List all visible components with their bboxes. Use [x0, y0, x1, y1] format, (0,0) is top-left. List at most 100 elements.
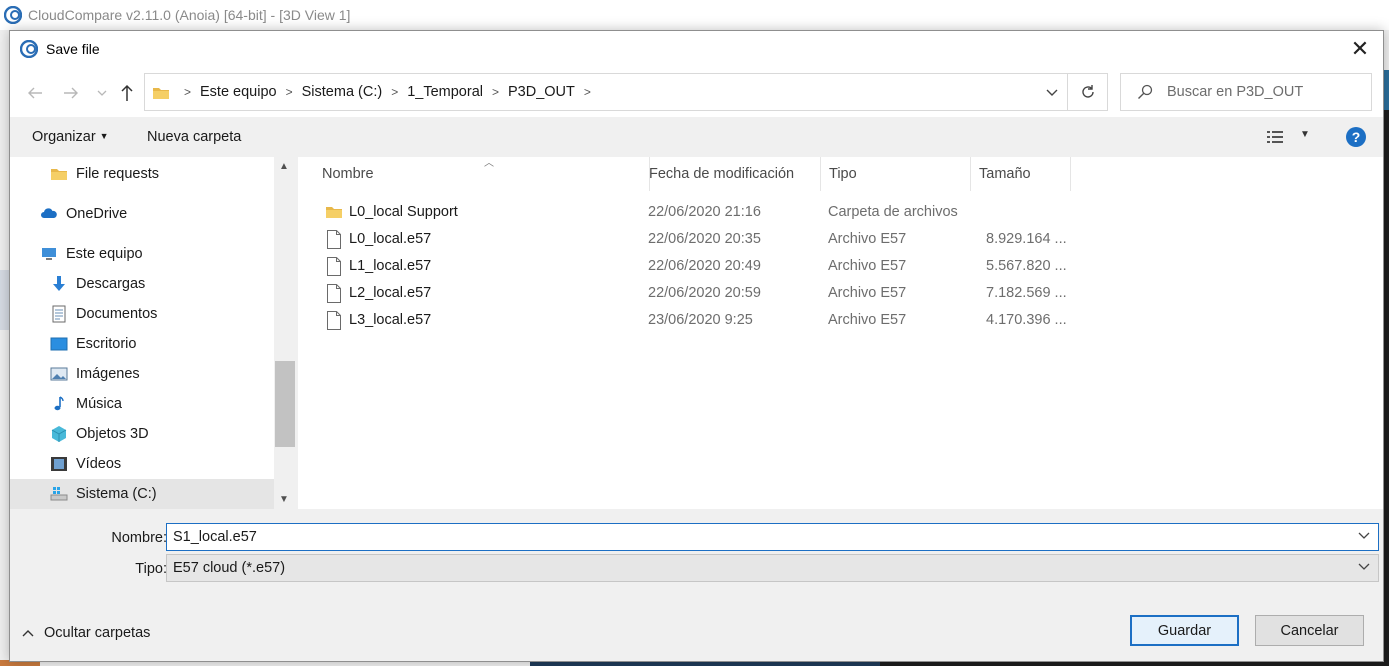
table-row[interactable]: L1_local.e57 22/06/2020 20:49 Archivo E5…: [298, 253, 1383, 280]
sidebar-item-objetos-3d[interactable]: Objetos 3D: [10, 419, 274, 449]
file-name-input[interactable]: S1_local.e57: [166, 523, 1379, 551]
scrollbar-thumb[interactable]: [275, 361, 295, 447]
cloudcompare-logo-icon: [20, 40, 38, 58]
app-titlebar: CloudCompare v2.11.0 (Anoia) [64-bit] - …: [0, 0, 1389, 30]
file-name: L0_local Support: [349, 204, 458, 220]
file-size: 7.182.569 ...: [986, 285, 1067, 301]
save-button[interactable]: Guardar: [1130, 615, 1239, 646]
new-folder-button[interactable]: Nueva carpeta: [147, 129, 241, 145]
forward-button[interactable]: [58, 81, 84, 105]
sidebar-item-label: Objetos 3D: [76, 426, 149, 442]
address-row: > Este equipo > Sistema (C:) > 1_Tempora…: [10, 67, 1383, 117]
organize-label: Organizar: [32, 129, 96, 145]
file-type: Archivo E57: [828, 258, 907, 274]
file-date: 22/06/2020 20:59: [648, 285, 761, 301]
cloudcompare-logo-icon: [4, 6, 22, 24]
breadcrumb-separator-icon[interactable]: >: [391, 85, 398, 99]
column-header-name[interactable]: ︿ Nombre: [314, 157, 650, 191]
breadcrumb-sistema-c[interactable]: Sistema (C:): [302, 84, 383, 100]
music-icon: [54, 396, 64, 411]
address-bar[interactable]: > Este equipo > Sistema (C:) > 1_Tempora…: [144, 73, 1108, 111]
file-type: Archivo E57: [828, 312, 907, 328]
table-row[interactable]: L3_local.e57 23/06/2020 9:25 Archivo E57…: [298, 307, 1383, 334]
organize-menu-button[interactable]: Organizar ▼: [32, 129, 109, 145]
hide-folders-toggle[interactable]: Ocultar carpetas: [22, 625, 150, 641]
file-name: L2_local.e57: [349, 285, 432, 301]
arrow-up-icon: [121, 84, 133, 101]
sidebar-item-file-requests[interactable]: File requests: [10, 159, 274, 189]
breadcrumb-este-equipo[interactable]: Este equipo: [200, 84, 277, 100]
column-header-type[interactable]: Tipo: [821, 157, 971, 191]
file-date: 22/06/2020 21:16: [648, 204, 761, 220]
view-options-caret-icon[interactable]: ▼: [1300, 129, 1310, 140]
file-size: 8.929.164 ...: [986, 231, 1067, 247]
navigation-pane: File requests OneDrive Este equipo Desca…: [10, 157, 296, 509]
up-button[interactable]: [114, 81, 140, 105]
chevron-down-icon[interactable]: [1358, 530, 1370, 542]
chevron-down-icon[interactable]: [1358, 561, 1370, 573]
image-icon: [50, 367, 68, 381]
breadcrumb-separator-icon[interactable]: >: [492, 85, 499, 99]
sidebar-item-label: OneDrive: [66, 206, 128, 222]
save-form: Nombre: S1_local.e57 Tipo: E57 cloud (*.…: [10, 509, 1383, 661]
file-date: 23/06/2020 9:25: [648, 312, 753, 328]
close-button[interactable]: ✕: [1337, 31, 1383, 67]
help-icon[interactable]: ?: [1346, 127, 1366, 147]
refresh-icon: [1081, 85, 1094, 98]
file-type-select[interactable]: E57 cloud (*.e57): [166, 554, 1379, 582]
sidebar-item-label: Sistema (C:): [76, 486, 157, 502]
breadcrumb-p3d-out[interactable]: P3D_OUT: [508, 84, 575, 100]
command-bar: Organizar ▼ Nueva carpeta ▼ ?: [10, 117, 1383, 157]
chevron-down-icon: [97, 90, 107, 96]
chevron-up-icon: [22, 626, 34, 640]
file-type-value: E57 cloud (*.e57): [173, 560, 286, 576]
refresh-button[interactable]: [1067, 74, 1107, 110]
scroll-down-icon[interactable]: ▼: [279, 494, 289, 505]
view-details-icon[interactable]: [1267, 130, 1287, 144]
column-header-date[interactable]: Fecha de modificación: [641, 157, 821, 191]
breadcrumb-1-temporal[interactable]: 1_Temporal: [407, 84, 483, 100]
scroll-up-icon[interactable]: ▲: [279, 161, 289, 172]
dialog-title: Save file: [46, 41, 100, 57]
search-placeholder: Buscar en P3D_OUT: [1167, 84, 1304, 100]
sidebar-item-este-equipo[interactable]: Este equipo: [10, 239, 274, 269]
sidebar-item-musica[interactable]: Música: [10, 389, 274, 419]
document-icon: [52, 305, 66, 323]
sidebar-item-documentos[interactable]: Documentos: [10, 299, 274, 329]
desktop-icon: [50, 337, 68, 351]
sidebar-item-sistema-c[interactable]: Sistema (C:): [10, 479, 274, 509]
dialog-titlebar[interactable]: Save file ✕: [10, 31, 1383, 67]
back-button[interactable]: [22, 81, 48, 105]
save-file-dialog: Save file ✕ > Este equipo > Sistema (C:)…: [9, 30, 1384, 662]
file-name: L1_local.e57: [349, 258, 432, 274]
file-date: 22/06/2020 20:35: [648, 231, 761, 247]
app-background-left: [0, 30, 9, 666]
column-header-size[interactable]: Tamaño: [971, 157, 1071, 191]
sidebar-item-label: Documentos: [76, 306, 158, 322]
address-history-dropdown[interactable]: [1039, 74, 1065, 110]
table-row[interactable]: L0_local.e57 22/06/2020 20:35 Archivo E5…: [298, 226, 1383, 253]
file-name: L3_local.e57: [349, 312, 432, 328]
file-icon: [327, 257, 341, 276]
sidebar-item-imagenes[interactable]: Imágenes: [10, 359, 274, 389]
search-input[interactable]: Buscar en P3D_OUT: [1120, 73, 1372, 111]
file-name-value: S1_local.e57: [173, 529, 257, 545]
app-title: CloudCompare v2.11.0 (Anoia) [64-bit] - …: [28, 7, 351, 23]
table-row[interactable]: L0_local Support 22/06/2020 21:16 Carpet…: [298, 199, 1383, 226]
file-icon: [327, 284, 341, 303]
sidebar-item-videos[interactable]: Vídeos: [10, 449, 274, 479]
table-row[interactable]: L2_local.e57 22/06/2020 20:59 Archivo E5…: [298, 280, 1383, 307]
recent-locations-button[interactable]: [94, 81, 110, 105]
sidebar-item-escritorio[interactable]: Escritorio: [10, 329, 274, 359]
sidebar-item-label: Música: [76, 396, 122, 412]
sidebar-item-onedrive[interactable]: OneDrive: [10, 199, 274, 229]
cancel-button[interactable]: Cancelar: [1255, 615, 1364, 646]
sidebar-item-descargas[interactable]: Descargas: [10, 269, 274, 299]
breadcrumb-separator-icon[interactable]: >: [584, 85, 591, 99]
sidebar-item-label: Este equipo: [66, 246, 143, 262]
navigation-scrollbar[interactable]: ▲ ▼: [274, 157, 296, 509]
breadcrumb-separator-icon[interactable]: >: [286, 85, 293, 99]
drive-icon: [50, 487, 68, 501]
hide-folders-label: Ocultar carpetas: [44, 625, 151, 641]
file-type: Carpeta de archivos: [828, 204, 958, 220]
